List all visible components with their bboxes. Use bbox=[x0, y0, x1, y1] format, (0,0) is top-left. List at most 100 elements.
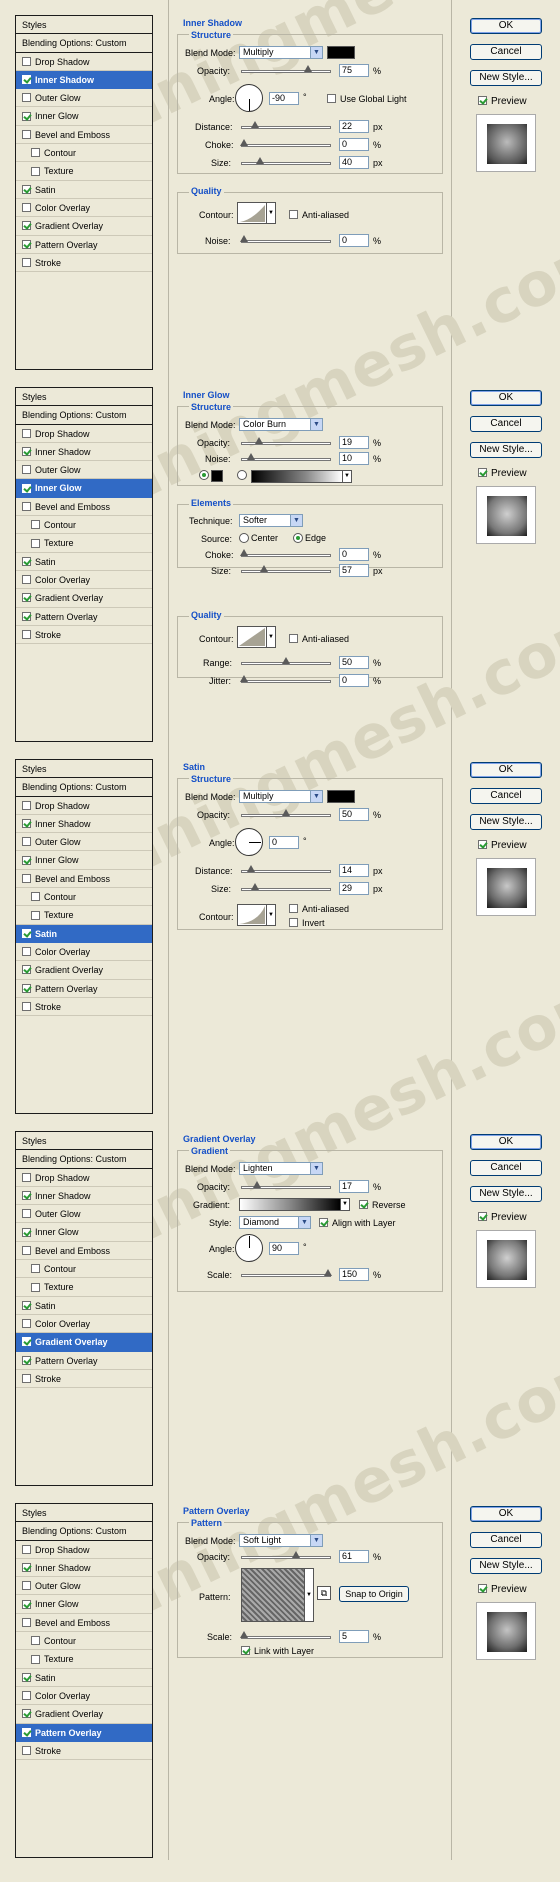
checkbox-checked-icon[interactable] bbox=[359, 1200, 368, 1210]
checkbox-icon[interactable] bbox=[22, 947, 31, 957]
checkbox-icon[interactable] bbox=[327, 94, 336, 104]
slider-thumb[interactable] bbox=[239, 139, 248, 146]
style-item-stroke[interactable]: Stroke bbox=[16, 1742, 152, 1761]
angle-input[interactable]: 0 bbox=[269, 836, 299, 849]
radio-selected-icon[interactable] bbox=[293, 532, 303, 543]
opacity-slider[interactable] bbox=[241, 65, 331, 73]
checkbox-icon[interactable] bbox=[289, 634, 298, 644]
style-item-texture[interactable]: Texture bbox=[16, 534, 152, 553]
checkbox-icon[interactable] bbox=[22, 1544, 31, 1554]
style-item-inner-glow[interactable]: Inner Glow bbox=[16, 1223, 152, 1242]
style-item-bevel-emboss[interactable]: Bevel and Emboss bbox=[16, 498, 152, 517]
jitter-input[interactable]: 0 bbox=[339, 674, 369, 687]
style-item-texture[interactable]: Texture bbox=[16, 906, 152, 925]
checkbox-checked-icon[interactable] bbox=[22, 928, 31, 938]
style-item-contour[interactable]: Contour bbox=[16, 888, 152, 907]
slider-thumb[interactable] bbox=[291, 1551, 300, 1558]
opacity-input[interactable]: 75 bbox=[339, 64, 369, 77]
slider-thumb[interactable] bbox=[282, 809, 290, 816]
checkbox-icon[interactable] bbox=[22, 1209, 31, 1219]
checkbox-checked-icon[interactable] bbox=[478, 1583, 487, 1593]
checkbox-checked-icon[interactable] bbox=[22, 1727, 31, 1737]
choke-slider[interactable] bbox=[239, 549, 331, 557]
color-swatch[interactable] bbox=[327, 46, 355, 59]
angle-input[interactable]: 90 bbox=[269, 1242, 299, 1255]
style-item-inner-glow[interactable]: Inner Glow bbox=[16, 107, 152, 126]
style-item-satin[interactable]: Satin bbox=[16, 1297, 152, 1315]
checkbox-checked-icon[interactable] bbox=[478, 1211, 487, 1221]
angle-dial[interactable] bbox=[235, 1234, 263, 1262]
range-input[interactable]: 50 bbox=[339, 656, 369, 669]
checkbox-checked-icon[interactable] bbox=[22, 1709, 31, 1719]
size-slider[interactable] bbox=[241, 565, 331, 573]
noise-input[interactable]: 0 bbox=[339, 234, 369, 247]
angle-dial[interactable] bbox=[235, 828, 263, 856]
checkbox-icon[interactable] bbox=[22, 257, 31, 267]
opacity-input[interactable]: 50 bbox=[339, 808, 369, 821]
cancel-button[interactable]: Cancel bbox=[470, 788, 542, 804]
style-item-contour[interactable]: Contour bbox=[16, 144, 152, 163]
checkbox-checked-icon[interactable] bbox=[22, 1599, 31, 1609]
checkbox-checked-icon[interactable] bbox=[22, 593, 31, 603]
new-style-button[interactable]: New Style... bbox=[470, 814, 542, 830]
checkbox-icon[interactable] bbox=[22, 56, 31, 66]
style-item-gradient-overlay[interactable]: Gradient Overlay bbox=[16, 1705, 152, 1724]
style-item-drop-shadow[interactable]: Drop Shadow bbox=[16, 1541, 152, 1559]
style-item-blending-options[interactable]: Blending Options: Custom bbox=[16, 778, 152, 797]
style-item-contour[interactable]: Contour bbox=[16, 1632, 152, 1651]
style-item-texture[interactable]: Texture bbox=[16, 1650, 152, 1669]
slider-thumb[interactable] bbox=[239, 1631, 248, 1638]
checkbox-checked-icon[interactable] bbox=[22, 239, 31, 249]
style-item-stroke[interactable]: Stroke bbox=[16, 1370, 152, 1389]
checkbox-icon[interactable] bbox=[22, 800, 31, 810]
checkbox-icon[interactable] bbox=[289, 918, 298, 928]
noise-slider[interactable] bbox=[239, 235, 331, 243]
new-preset-icon[interactable]: ⧉ bbox=[317, 1586, 331, 1600]
style-item-color-overlay[interactable]: Color Overlay bbox=[16, 943, 152, 962]
size-input[interactable]: 40 bbox=[339, 156, 369, 169]
angle-input[interactable]: -90 bbox=[269, 92, 299, 105]
style-item-color-overlay[interactable]: Color Overlay bbox=[16, 571, 152, 590]
checkbox-icon[interactable] bbox=[22, 1691, 31, 1701]
cancel-button[interactable]: Cancel bbox=[470, 1532, 542, 1548]
ok-button[interactable]: OK bbox=[470, 1506, 542, 1522]
slider-thumb[interactable] bbox=[251, 121, 260, 128]
checkbox-icon[interactable] bbox=[22, 1001, 31, 1011]
checkbox-checked-icon[interactable] bbox=[319, 1218, 328, 1228]
new-style-button[interactable]: New Style... bbox=[470, 1558, 542, 1574]
preview-checkbox[interactable]: Preview bbox=[478, 1583, 527, 1595]
checkbox-icon[interactable] bbox=[22, 575, 31, 585]
checkbox-icon[interactable] bbox=[22, 1245, 31, 1255]
new-style-button[interactable]: New Style... bbox=[470, 1186, 542, 1202]
checkbox-icon[interactable] bbox=[22, 465, 31, 475]
style-item-inner-glow[interactable]: Inner Glow bbox=[16, 1595, 152, 1614]
checkbox-checked-icon[interactable] bbox=[22, 855, 31, 865]
range-slider[interactable] bbox=[241, 657, 331, 665]
checkbox-checked-icon[interactable] bbox=[478, 839, 487, 849]
checkbox-icon[interactable] bbox=[22, 629, 31, 639]
scale-slider[interactable] bbox=[241, 1269, 333, 1277]
checkbox-checked-icon[interactable] bbox=[22, 1337, 31, 1347]
style-item-drop-shadow[interactable]: Drop Shadow bbox=[16, 53, 152, 71]
checkbox-icon[interactable] bbox=[22, 1319, 31, 1329]
slider-thumb[interactable] bbox=[304, 65, 312, 72]
checkbox-icon[interactable] bbox=[22, 837, 31, 847]
checkbox-icon[interactable] bbox=[22, 1617, 31, 1627]
blend-mode-select[interactable]: Lighten ▼ bbox=[239, 1162, 323, 1175]
style-item-satin[interactable]: Satin bbox=[16, 181, 152, 199]
checkbox-checked-icon[interactable] bbox=[22, 1563, 31, 1573]
checkbox-checked-icon[interactable] bbox=[478, 467, 487, 477]
slider-thumb[interactable] bbox=[251, 883, 260, 890]
checkbox-icon[interactable] bbox=[31, 1264, 40, 1274]
style-item-pattern-overlay[interactable]: Pattern Overlay bbox=[16, 236, 152, 254]
slider-thumb[interactable] bbox=[252, 1181, 261, 1188]
preview-checkbox[interactable]: Preview bbox=[478, 839, 527, 851]
ok-button[interactable]: OK bbox=[470, 1134, 542, 1150]
checkbox-checked-icon[interactable] bbox=[22, 1191, 31, 1201]
style-item-outer-glow[interactable]: Outer Glow bbox=[16, 1577, 152, 1596]
style-item-stroke[interactable]: Stroke bbox=[16, 254, 152, 273]
ok-button[interactable]: OK bbox=[470, 390, 542, 406]
style-item-inner-shadow[interactable]: Inner Shadow bbox=[16, 70, 152, 90]
glow-gradient-picker[interactable]: ▼ bbox=[251, 470, 352, 483]
checkbox-icon[interactable] bbox=[31, 1282, 40, 1292]
